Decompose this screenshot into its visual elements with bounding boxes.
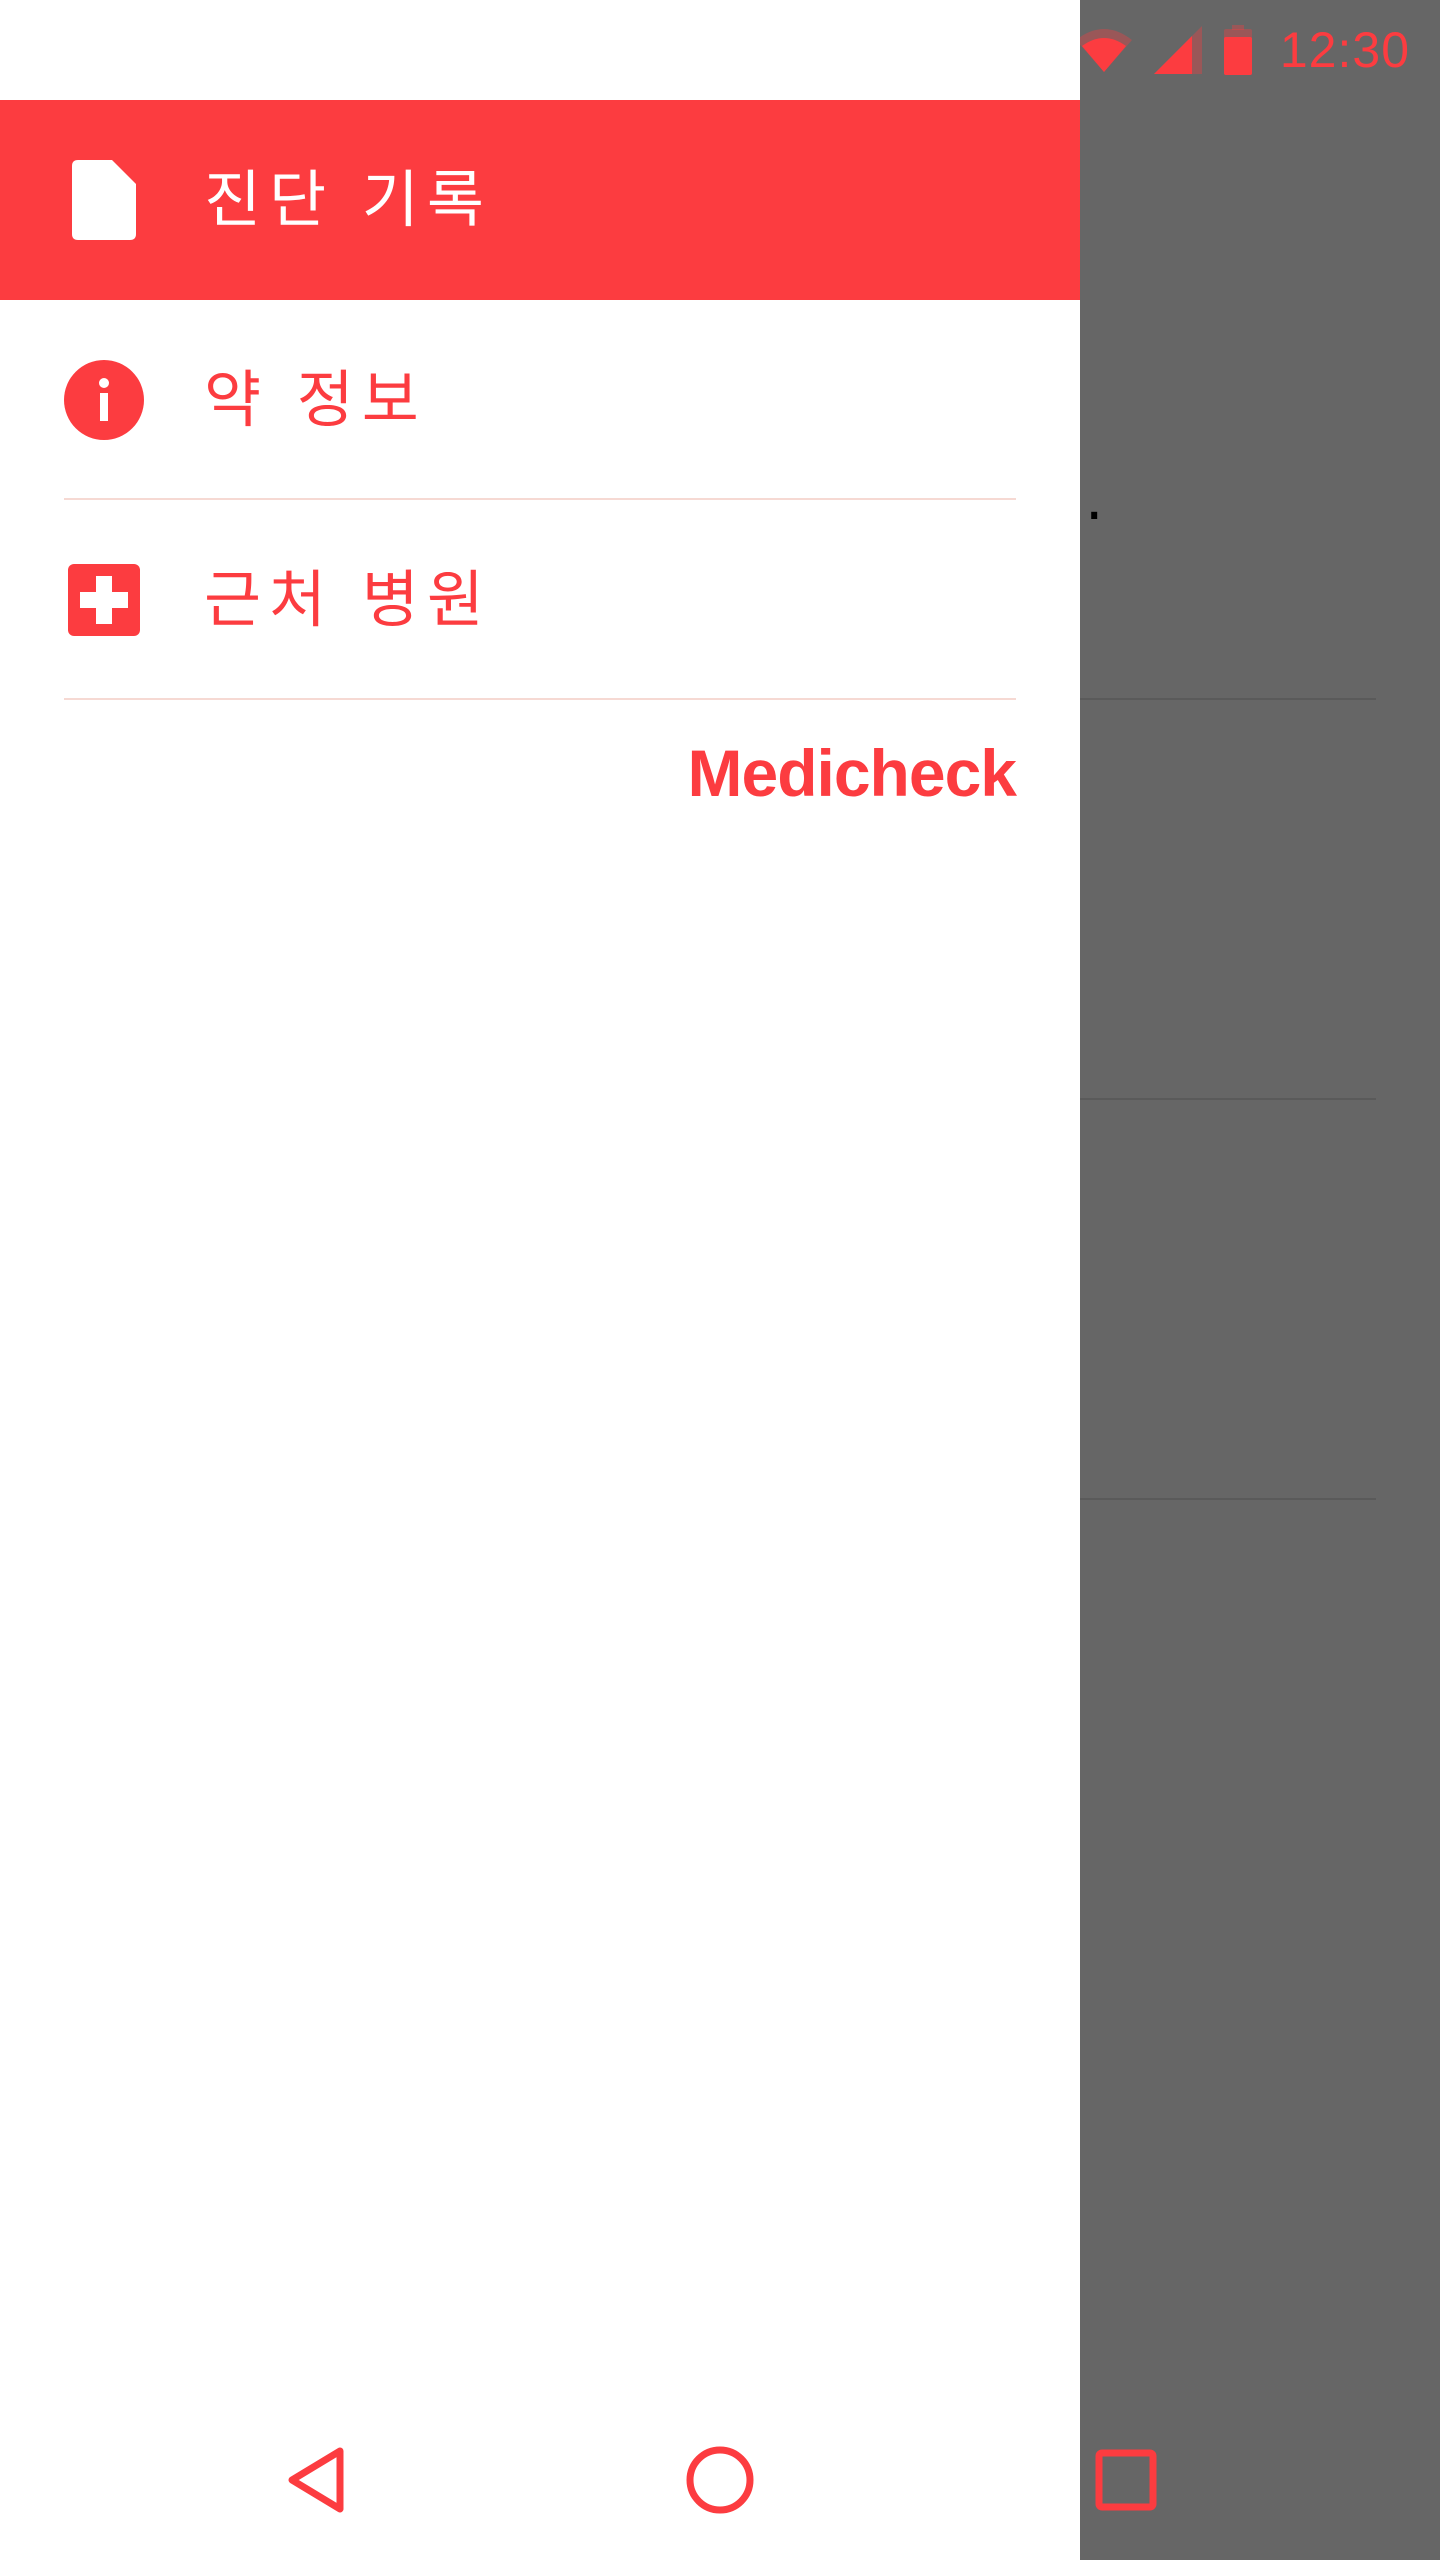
drawer-item-label: 약 정보 [204, 363, 427, 436]
navigation-drawer: 진단 기록 약 정보 근처 병원 Medicheck [0, 0, 1080, 2560]
menu-divider [64, 698, 1016, 700]
home-icon[interactable] [680, 2440, 760, 2520]
cell-signal-icon [1153, 26, 1202, 74]
wifi-icon [1075, 29, 1132, 72]
hospital-cross-icon [64, 560, 144, 640]
back-icon[interactable] [276, 2440, 356, 2520]
info-icon [64, 360, 144, 440]
document-icon [64, 160, 144, 240]
status-time: 12:30 [1279, 22, 1410, 78]
drawer-item-diagnosis-history[interactable]: 진단 기록 [0, 100, 1080, 300]
navigation-bar [0, 2400, 1440, 2560]
recents-icon[interactable] [1086, 2440, 1166, 2520]
drawer-item-drug-info[interactable]: 약 정보 [0, 300, 1080, 500]
brand-logo-text: Medicheck [687, 736, 1017, 810]
drawer-item-nearby-hospital[interactable]: 근처 병원 [0, 500, 1080, 700]
drawer-item-label: 진단 기록 [204, 163, 492, 236]
status-bar: 12:30 [1060, 0, 1440, 100]
screen: . 12:30 [0, 0, 1440, 2560]
drawer-item-label: 근처 병원 [204, 563, 492, 636]
battery-icon [1223, 25, 1252, 75]
